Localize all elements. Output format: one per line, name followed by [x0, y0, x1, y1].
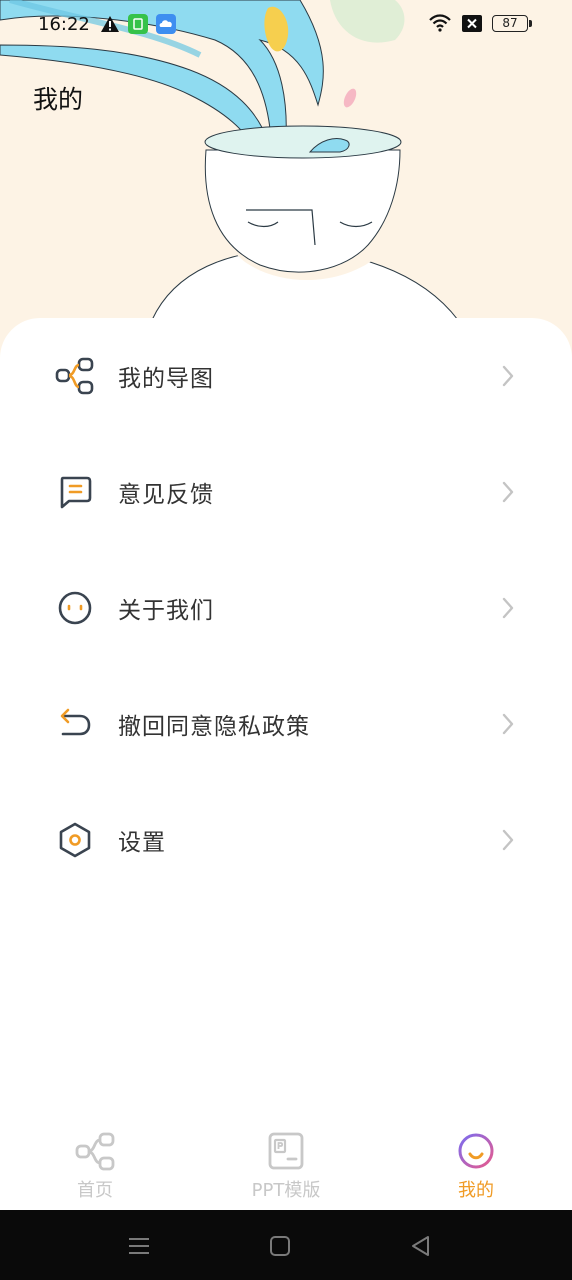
nav-label: PPT模版 [251, 1180, 321, 1201]
no-sim-icon [462, 14, 482, 32]
chevron-right-icon [502, 713, 514, 735]
nav-item-ppt-templates[interactable]: PPT模版 [191, 1120, 381, 1210]
menu-item-label: 关于我们 [118, 598, 214, 624]
settings-icon [54, 819, 96, 861]
menu-item-my-mindmaps[interactable]: 我的导图 [0, 318, 572, 434]
screen: 16:22 87 我的 我的导图 意见反馈 关于我们 撤回同意隐私政策 设置 首… [0, 0, 572, 1280]
home-icon[interactable] [267, 1233, 293, 1259]
menu-item-settings[interactable]: 设置 [0, 782, 572, 898]
status-system-icons: 87 [428, 14, 532, 32]
cloud-app-icon [156, 14, 176, 34]
ppt-icon [268, 1132, 304, 1170]
chevron-right-icon [502, 597, 514, 619]
status-time: 16:22 [38, 14, 90, 35]
menu-item-feedback[interactable]: 意见反馈 [0, 434, 572, 550]
wifi-icon [429, 14, 451, 32]
menu-item-revoke-privacy[interactable]: 撤回同意隐私政策 [0, 666, 572, 782]
nav-item-mine[interactable]: 我的 [381, 1120, 571, 1210]
status-notification-icons [100, 14, 176, 34]
about-icon [54, 587, 96, 629]
feedback-icon [54, 471, 96, 513]
nav-item-home[interactable]: 首页 [0, 1120, 190, 1210]
nav-label: 首页 [77, 1180, 113, 1201]
page-title: 我的 [33, 85, 84, 114]
app-notification-icon [128, 14, 148, 34]
menu-item-label: 撤回同意隐私政策 [118, 714, 310, 740]
battery-icon: 87 [492, 14, 532, 32]
menu-icon[interactable] [126, 1233, 152, 1259]
chevron-right-icon [502, 829, 514, 851]
menu-item-label: 意见反馈 [118, 482, 214, 508]
menu-card: 我的导图 意见反馈 关于我们 撤回同意隐私政策 设置 [0, 318, 572, 1120]
chevron-right-icon [502, 481, 514, 503]
back-icon[interactable] [408, 1233, 434, 1259]
home-mindmap-icon [75, 1132, 115, 1171]
nav-label: 我的 [458, 1180, 494, 1201]
mindmap-icon [54, 355, 96, 397]
chevron-right-icon [502, 365, 514, 387]
menu-item-label: 设置 [118, 830, 166, 856]
profile-icon [458, 1133, 494, 1169]
battery-level: 87 [502, 15, 518, 30]
system-nav-bar [0, 1210, 572, 1280]
menu-item-about-us[interactable]: 关于我们 [0, 550, 572, 666]
bottom-nav: 首页 PPT模版 我的 [0, 1120, 572, 1210]
menu-item-label: 我的导图 [118, 366, 214, 392]
status-bar: 16:22 87 [0, 0, 572, 52]
undo-icon [54, 703, 96, 745]
alert-icon [101, 16, 119, 32]
